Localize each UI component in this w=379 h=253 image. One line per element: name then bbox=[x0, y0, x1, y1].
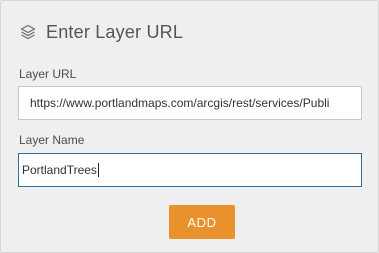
layer-url-input[interactable]: https://www.portlandmaps.com/arcgis/rest… bbox=[18, 86, 362, 120]
layer-name-label: Layer Name bbox=[19, 133, 85, 147]
layer-name-input[interactable]: PortlandTrees bbox=[18, 153, 362, 187]
text-caret bbox=[97, 163, 99, 177]
layer-name-value: PortlandTrees bbox=[22, 163, 97, 177]
add-button[interactable]: ADD bbox=[169, 205, 235, 239]
panel-header: Enter Layer URL bbox=[19, 19, 183, 45]
panel-title: Enter Layer URL bbox=[46, 21, 184, 42]
layer-url-value: https://www.portlandmaps.com/arcgis/rest… bbox=[30, 96, 330, 110]
layers-icon bbox=[19, 23, 37, 41]
enter-layer-url-panel: Enter Layer URL Layer URL https://www.po… bbox=[0, 0, 379, 253]
layer-url-label: Layer URL bbox=[19, 67, 77, 81]
